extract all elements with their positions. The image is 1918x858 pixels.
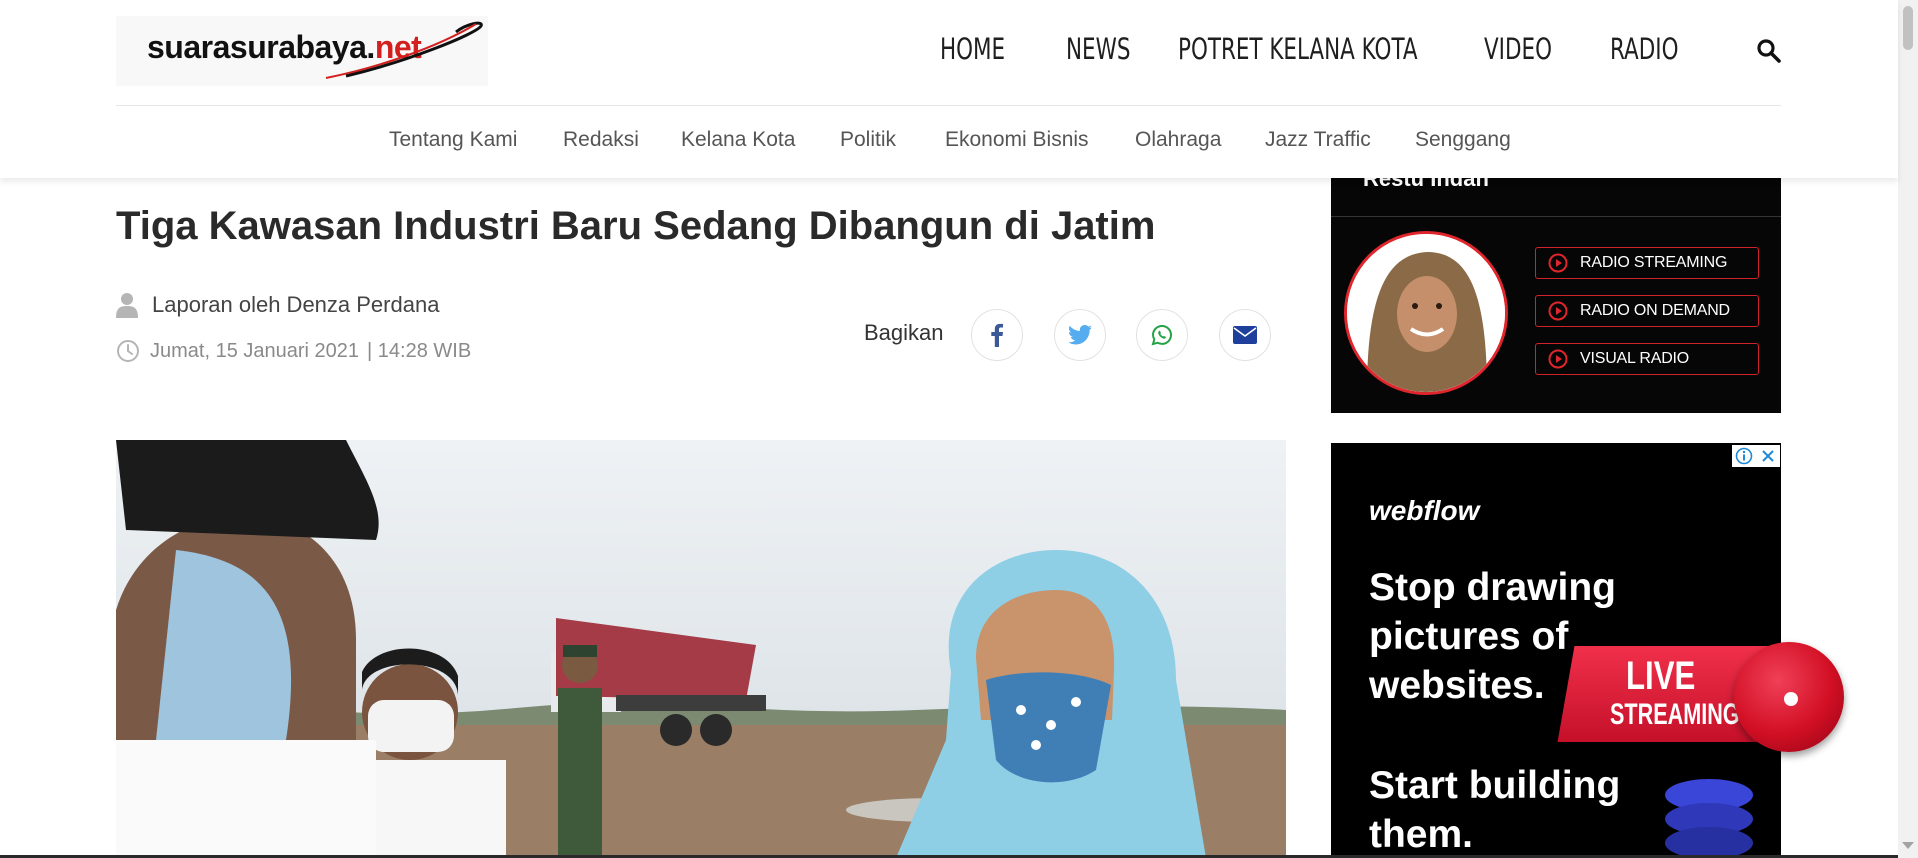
ad-brand: webflow (1369, 495, 1480, 526)
clock-icon (117, 340, 139, 362)
page-scrollbar[interactable] (1898, 0, 1918, 858)
info-icon (1735, 447, 1753, 465)
live-label: LIVE (1626, 654, 1696, 698)
author-row: Laporan oleh Denza Perdana (116, 290, 439, 320)
twitter-icon (1068, 325, 1092, 345)
search-icon[interactable] (1756, 38, 1782, 64)
subnav-jazz-traffic[interactable]: Jazz Traffic (1265, 128, 1371, 152)
nav-video[interactable]: VIDEO (1484, 32, 1552, 66)
subnav-redaksi[interactable]: Redaksi (563, 128, 639, 152)
subnav-olahraga[interactable]: Olahraga (1135, 128, 1221, 152)
site-header: suarasurabaya.net HOME NEWS POTRET KELAN… (0, 0, 1898, 178)
article-title: Tiga Kawasan Industri Baru Sedang Dibang… (116, 204, 1156, 248)
site-logo[interactable]: suarasurabaya.net (116, 16, 488, 86)
facebook-icon (991, 323, 1003, 347)
visual-radio-button[interactable]: VISUAL RADIO (1535, 343, 1759, 375)
header-divider (116, 105, 1781, 106)
article-date: Jumat, 15 Januari 2021 (150, 339, 360, 362)
date-row: Jumat, 15 Januari 2021 | 14:28 WIB (116, 336, 471, 366)
ad-subline: Start building them. (1369, 764, 1621, 856)
subnav-politik[interactable]: Politik (840, 128, 896, 152)
logo-swoosh-icon (325, 21, 483, 79)
radio-divider (1331, 216, 1781, 217)
live-record-icon (1734, 642, 1844, 752)
sub-nav: Tentang Kami Redaksi Kelana Kota Politik… (0, 124, 1898, 160)
play-circle-icon (1548, 253, 1568, 273)
nav-news[interactable]: NEWS (1066, 32, 1130, 66)
ad-info-button[interactable] (1732, 445, 1756, 467)
subnav-senggang[interactable]: Senggang (1415, 128, 1511, 152)
article-author: Laporan oleh Denza Perdana (152, 292, 440, 317)
ad-decoration-icon (1665, 779, 1753, 858)
share-whatsapp-button[interactable] (1136, 309, 1188, 361)
subnav-ekonomi-bisnis[interactable]: Ekonomi Bisnis (945, 128, 1089, 152)
article-time: | 14:28 WIB (367, 339, 472, 362)
user-icon (116, 293, 138, 318)
radio-streaming-button[interactable]: RADIO STREAMING (1535, 247, 1759, 279)
nav-home[interactable]: HOME (940, 32, 1005, 66)
scrollbar-thumb[interactable] (1903, 6, 1913, 50)
ad-close-button[interactable] (1756, 445, 1780, 467)
nav-potret-kelana-kota[interactable]: POTRET KELANA KOTA (1178, 32, 1418, 66)
article-photo (116, 440, 1286, 858)
nav-radio[interactable]: RADIO (1610, 32, 1678, 66)
streaming-label: STREAMING (1610, 698, 1740, 731)
play-circle-icon (1548, 301, 1568, 321)
share-twitter-button[interactable] (1054, 309, 1106, 361)
radio-widget: Restu Indah RADIO STREAMING RADIO ON DEM… (1331, 166, 1781, 413)
live-streaming-badge[interactable]: LIVE STREAMING (1557, 640, 1846, 752)
share-label: Bagikan (864, 320, 944, 345)
play-circle-icon (1548, 349, 1568, 369)
email-icon (1233, 326, 1257, 344)
share-email-button[interactable] (1219, 309, 1271, 361)
record-dot (1784, 692, 1798, 706)
radio-on-demand-button[interactable]: RADIO ON DEMAND (1535, 295, 1759, 327)
close-icon (1762, 450, 1774, 462)
subnav-tentang-kami[interactable]: Tentang Kami (389, 128, 517, 152)
whatsapp-icon (1151, 324, 1173, 346)
share-facebook-button[interactable] (971, 309, 1023, 361)
scroll-down-arrow-icon[interactable] (1902, 842, 1914, 849)
subnav-kelana-kota[interactable]: Kelana Kota (681, 128, 795, 152)
radio-host-avatar (1344, 231, 1508, 395)
